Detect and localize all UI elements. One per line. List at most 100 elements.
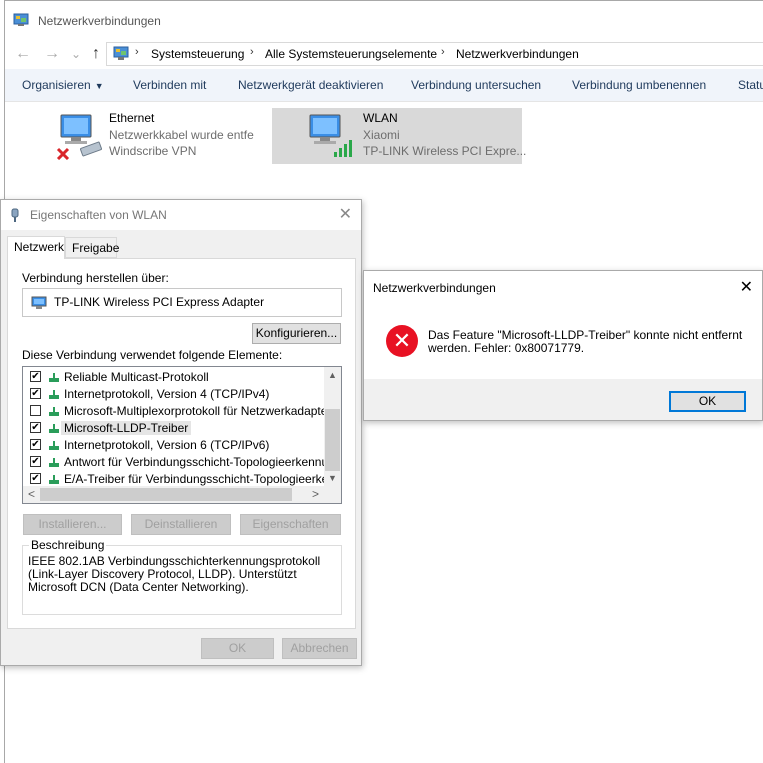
dialog-title: Eigenschaften von WLAN [30, 208, 167, 222]
list-item[interactable]: Microsoft-Multiplexorprotokoll für Netzw… [23, 403, 331, 420]
list-item-label: Microsoft-LLDP-Treiber [61, 421, 192, 435]
back-arrow-icon[interactable]: ← [12, 43, 34, 65]
scroll-thumb[interactable] [40, 488, 292, 501]
breadcrumb-netzwerkverbindungen[interactable]: Netzwerkverbindungen [456, 47, 579, 61]
connect-to-button[interactable]: Verbinden mit [133, 78, 206, 92]
configure-button[interactable]: Konfigurieren... [252, 323, 341, 344]
organize-menu[interactable]: Organisieren ▼ [22, 78, 104, 92]
breadcrumb-systemsteuerung[interactable]: Systemsteuerung [151, 47, 244, 61]
items-label: Diese Verbindung verwendet folgende Elem… [22, 348, 283, 362]
tab-netzwerk[interactable]: Netzwerk [7, 236, 65, 259]
list-item[interactable]: ✔ Reliable Multicast-Protokoll [23, 369, 323, 386]
rename-connection-button[interactable]: Verbindung umbenennen [572, 78, 706, 92]
dialog-title-bar: Eigenschaften von WLAN ✕ [1, 200, 361, 230]
properties-button[interactable]: Eigenschaften [240, 514, 341, 535]
connection-name: Ethernet [109, 111, 155, 125]
checkbox[interactable]: ✔ [30, 473, 41, 484]
protocol-icon [49, 475, 59, 484]
list-item-label: Reliable Multicast-Protokoll [64, 370, 209, 384]
checkbox[interactable]: ✔ [30, 371, 41, 382]
tab-freigabe[interactable]: Freigabe [65, 237, 119, 258]
network-adapter-disconnected-icon [56, 114, 102, 160]
breadcrumb-separator: › [135, 46, 139, 58]
connection-ethernet[interactable]: Ethernet Netzwerkkabel wurde entfe Winds… [53, 108, 258, 164]
network-plug-icon [11, 208, 19, 222]
error-dialog-title: Netzwerkverbindungen [373, 281, 496, 295]
list-item-label: Internetprotokoll, Version 6 (TCP/IPv6) [64, 438, 270, 452]
error-dialog: Netzwerkverbindungen ✕ ✕ Das Feature "Mi… [363, 270, 763, 421]
protocol-icon [49, 390, 59, 399]
horizontal-scrollbar[interactable]: < > [23, 486, 341, 503]
connection-device: Windscribe VPN [109, 144, 197, 158]
description-group: Beschreibung IEEE 802.1AB Verbindungssch… [22, 538, 342, 615]
list-item-label: Internetprotokoll, Version 4 (TCP/IPv4) [64, 387, 270, 401]
protocol-icon [49, 373, 59, 382]
list-item[interactable]: ✔ Microsoft-LLDP-Treiber [23, 420, 323, 437]
recent-locations-chevron-icon[interactable]: ⌄ [65, 43, 87, 65]
connection-device: TP-LINK Wireless PCI Expre... [363, 144, 527, 158]
up-arrow-icon[interactable]: ↑ [85, 43, 107, 65]
command-bar: Organisieren ▼ Verbinden mit Netzwerkgerä… [5, 69, 763, 102]
wlan-properties-dialog: Eigenschaften von WLAN ✕ Netzwerk Freiga… [0, 199, 362, 666]
uninstall-button[interactable]: Deinstallieren [131, 514, 231, 535]
description-title: Beschreibung [29, 538, 107, 552]
disable-device-button[interactable]: Netzwerkgerät deaktivieren [238, 78, 383, 92]
cancel-button[interactable]: Abbrechen [282, 638, 357, 659]
address-bar[interactable]: › Systemsteuerung › Alle Systemsteuerung… [106, 42, 763, 66]
address-row: ← → ⌄ ↑ › Systemsteuerung › Alle Systems… [5, 39, 763, 68]
scroll-down-icon[interactable]: ▼ [324, 470, 341, 487]
connect-using-label: Verbindung herstellen über: [22, 271, 169, 285]
list-item[interactable]: ✔ Antwort für Verbindungsschicht-Topolog… [23, 454, 341, 471]
checkbox[interactable]: ✔ [30, 388, 41, 399]
list-item-label: Microsoft-Multiplexorprotokoll für Netzw… [64, 404, 332, 418]
checkbox[interactable]: ✔ [30, 422, 41, 433]
dropdown-arrow-icon: ▼ [94, 81, 104, 91]
network-adapter-icon [31, 296, 47, 309]
list-item-label: E/A-Treiber für Verbindungsschicht-Topol… [64, 472, 342, 486]
scroll-up-icon[interactable]: ▲ [324, 367, 341, 384]
connection-status: Xiaomi [363, 128, 400, 142]
status-button[interactable]: Statu [738, 78, 763, 92]
checkbox[interactable]: ✔ [30, 456, 41, 467]
checkbox[interactable] [30, 405, 41, 416]
control-panel-icon [13, 13, 29, 26]
error-dialog-content: Netzwerkverbindungen ✕ ✕ Das Feature "Mi… [364, 271, 762, 379]
scroll-left-icon[interactable]: < [23, 486, 40, 503]
vertical-scrollbar[interactable]: ▲ ▼ [324, 367, 341, 487]
protocol-icon [49, 424, 59, 433]
protocol-icon [49, 458, 59, 467]
components-list[interactable]: ✔ Reliable Multicast-Protokoll ✔ Interne… [22, 366, 342, 504]
window-title: Netzwerkverbindungen [38, 14, 161, 28]
close-icon[interactable]: ✕ [740, 277, 753, 297]
connection-name: WLAN [363, 111, 398, 125]
connection-status: Netzwerkkabel wurde entfe [109, 128, 254, 142]
list-item-label: Antwort für Verbindungsschicht-Topologie… [64, 455, 342, 469]
breadcrumb-separator: › [250, 46, 254, 58]
protocol-icon [49, 407, 59, 416]
breadcrumb-alle-elemente[interactable]: Alle Systemsteuerungselemente [265, 47, 437, 61]
scroll-thumb[interactable] [325, 409, 340, 471]
breadcrumb-separator: › [441, 46, 445, 58]
wireless-adapter-icon [309, 114, 352, 157]
ok-button[interactable]: OK [201, 638, 274, 659]
error-icon: ✕ [386, 325, 418, 357]
control-panel-icon [113, 46, 129, 60]
description-text: IEEE 802.1AB Verbindungsschichterkennung… [28, 554, 321, 594]
error-message: Das Feature "Microsoft-LLDP-Treiber" kon… [428, 328, 743, 355]
network-tab-panel: Verbindung herstellen über: TP-LINK Wire… [7, 258, 356, 629]
close-icon[interactable]: ✕ [339, 204, 352, 224]
checkbox[interactable]: ✔ [30, 439, 41, 450]
diagnose-connection-button[interactable]: Verbindung untersuchen [411, 78, 541, 92]
list-item[interactable]: ✔ Internetprotokoll, Version 4 (TCP/IPv4… [23, 386, 323, 403]
title-bar: Netzwerkverbindungen [5, 1, 763, 39]
connection-wlan[interactable]: WLAN Xiaomi TP-LINK Wireless PCI Expre..… [272, 108, 526, 164]
organize-label: Organisieren [22, 78, 91, 92]
install-button[interactable]: Installieren... [23, 514, 122, 535]
forward-arrow-icon[interactable]: → [41, 43, 63, 65]
adapter-field: TP-LINK Wireless PCI Express Adapter [22, 288, 342, 317]
protocol-icon [49, 441, 59, 450]
adapter-name: TP-LINK Wireless PCI Express Adapter [54, 295, 265, 309]
scroll-right-icon[interactable]: > [307, 486, 324, 503]
list-item[interactable]: ✔ Internetprotokoll, Version 6 (TCP/IPv6… [23, 437, 323, 454]
error-ok-button[interactable]: OK [669, 391, 746, 412]
